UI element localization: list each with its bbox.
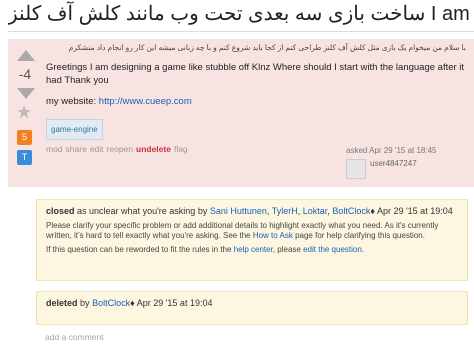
vote-column: -4 ★ 5 T	[8, 39, 42, 187]
reword-text-mid: , please	[272, 245, 301, 254]
moderator-diamond-icon: ♦	[370, 206, 375, 216]
deleted-question-post: -4 ★ 5 T با سلام من میخوام یک بازی مثل ک…	[8, 39, 474, 187]
question-title-farsi[interactable]: ساخت بازی سه بعدی تحت وب مانند کلش آف کل…	[8, 3, 425, 25]
mod-link[interactable]: mod	[46, 144, 63, 154]
reword-text-end: .	[361, 245, 365, 254]
deleted-by: by	[80, 298, 90, 308]
website-label: my website:	[46, 96, 97, 107]
deleter-user[interactable]: BoltClock	[92, 298, 130, 308]
translate-badge: T	[17, 150, 32, 165]
closer-user-4[interactable]: BoltClock	[332, 206, 370, 216]
title-divider	[8, 31, 474, 32]
question-text-english: Greetings I am designing a game like stu…	[46, 62, 465, 86]
clarify-text-end: page for help clarifying this question.	[295, 231, 425, 240]
question-title[interactable]: ساخت بازی سه بعدی تحت وب مانند کلش آف کل…	[8, 0, 474, 28]
reopen-link[interactable]: reopen	[107, 144, 133, 154]
closer-user-2[interactable]: TylerH	[272, 206, 298, 216]
help-center-link[interactable]: help center	[234, 245, 273, 254]
question-title-english[interactable]: I am designing a game like stubb	[431, 3, 474, 25]
downvote-arrow-icon[interactable]	[17, 88, 35, 99]
reword-text: If this question can be reworded to fit …	[46, 245, 232, 254]
deleted-label: deleted	[46, 298, 78, 308]
flag-link[interactable]: flag	[174, 144, 188, 154]
reword-paragraph: If this question can be reworded to fit …	[46, 245, 460, 255]
user-avatar[interactable]	[346, 159, 366, 179]
share-link[interactable]: share	[66, 144, 87, 154]
vote-count: -4	[18, 66, 32, 82]
undelete-link[interactable]: undelete	[136, 144, 171, 154]
count-badge: 5	[17, 130, 32, 145]
deleted-date: Apr 29 '15 at 19:04	[136, 298, 213, 308]
question-body: با سلام من میخوام یک بازی مثل کلش آف کلن…	[46, 39, 466, 140]
add-comment-link[interactable]: add a comment	[45, 332, 104, 342]
closer-user-3[interactable]: Loktar	[303, 206, 328, 216]
website-line: my website: http://www.cueep.com	[46, 95, 466, 108]
website-link[interactable]: http://www.cueep.com	[99, 96, 192, 107]
deleted-notice: deleted by BoltClock♦ Apr 29 '15 at 19:0…	[36, 291, 468, 325]
clarify-paragraph: Please clarify your specific problem or …	[46, 221, 460, 241]
post-menu: mod share edit reopen undelete flag	[46, 144, 191, 154]
tag-game-engine[interactable]: game-engine	[46, 119, 103, 140]
closed-date: Apr 29 '15 at	[376, 206, 428, 216]
closed-time: 19:04	[430, 206, 453, 216]
user-name[interactable]: user4847247	[370, 159, 417, 168]
closed-label: closed	[46, 206, 75, 216]
asked-timestamp: asked Apr 29 '15 at 18:45	[346, 146, 437, 155]
closer-user-1[interactable]: Sani Huttunen	[210, 206, 267, 216]
closed-reason: as unclear what you're asking by	[77, 206, 208, 216]
moderator-diamond-icon: ♦	[130, 298, 135, 308]
closed-notice: closed as unclear what you're asking by …	[36, 199, 468, 281]
favorite-star-icon[interactable]: ★	[16, 102, 32, 122]
edit-question-link[interactable]: edit the question	[303, 245, 362, 254]
question-text-farsi: با سلام من میخوام یک بازی مثل کلش آف کلن…	[68, 43, 466, 52]
edit-link[interactable]: edit	[90, 144, 104, 154]
upvote-arrow-icon[interactable]	[17, 50, 35, 61]
how-to-ask-link[interactable]: How to Ask	[253, 231, 293, 240]
